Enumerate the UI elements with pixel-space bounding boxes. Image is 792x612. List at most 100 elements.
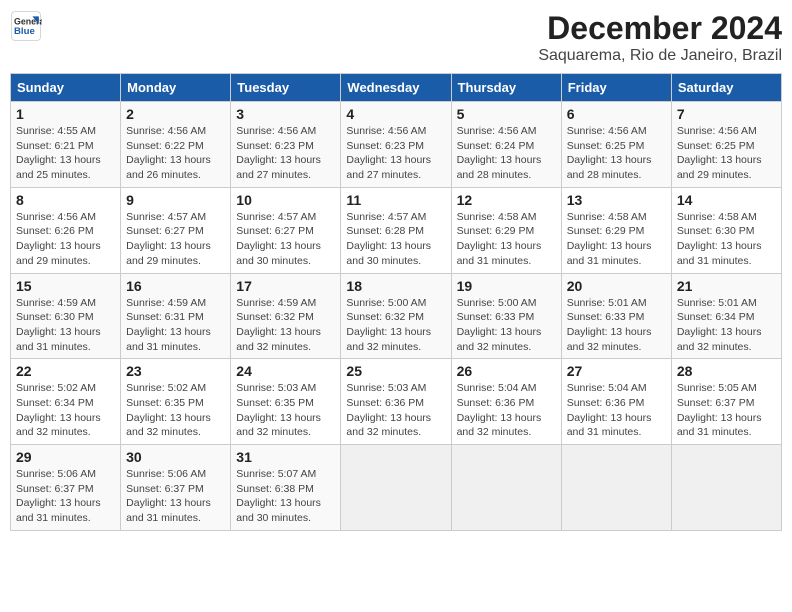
day-info: Sunrise: 4:57 AM Sunset: 6:27 PM Dayligh… xyxy=(236,210,335,269)
day-number: 31 xyxy=(236,449,335,465)
day-number: 6 xyxy=(567,106,666,122)
calendar-cell: 9Sunrise: 4:57 AM Sunset: 6:27 PM Daylig… xyxy=(121,187,231,273)
calendar-cell: 8 Sunrise: 4:56 AM Sunset: 6:26 PM Daylig… xyxy=(11,187,121,273)
day-info: Sunrise: 4:56 AM Sunset: 6:22 PM Dayligh… xyxy=(126,124,225,183)
weekday-header: Friday xyxy=(561,74,671,102)
day-number: 18 xyxy=(346,278,445,294)
calendar-table: SundayMondayTuesdayWednesdayThursdayFrid… xyxy=(10,73,782,531)
day-info: Sunrise: 4:56 AM Sunset: 6:25 PM Dayligh… xyxy=(567,124,666,183)
day-info: Sunrise: 5:00 AM Sunset: 6:33 PM Dayligh… xyxy=(457,296,556,355)
day-info: Sunrise: 5:06 AM Sunset: 6:37 PM Dayligh… xyxy=(16,467,115,526)
day-number: 10 xyxy=(236,192,335,208)
day-info: Sunrise: 4:58 AM Sunset: 6:29 PM Dayligh… xyxy=(457,210,556,269)
day-number: 28 xyxy=(677,363,776,379)
day-info: Sunrise: 4:58 AM Sunset: 6:30 PM Dayligh… xyxy=(677,210,776,269)
day-number: 15 xyxy=(16,278,115,294)
day-number: 17 xyxy=(236,278,335,294)
day-info: Sunrise: 5:02 AM Sunset: 6:35 PM Dayligh… xyxy=(126,381,225,440)
calendar-cell: 5 Sunrise: 4:56 AM Sunset: 6:24 PM Daylig… xyxy=(451,102,561,188)
day-number: 7 xyxy=(677,106,776,122)
day-number: 1 xyxy=(16,106,115,122)
day-info: Sunrise: 4:59 AM Sunset: 6:31 PM Dayligh… xyxy=(126,296,225,355)
calendar-cell: 19 Sunrise: 5:00 AM Sunset: 6:33 PM Dayli… xyxy=(451,273,561,359)
day-info: Sunrise: 4:56 AM Sunset: 6:25 PM Dayligh… xyxy=(677,124,776,183)
calendar-cell xyxy=(451,445,561,531)
calendar-cell: 14Sunrise: 4:58 AM Sunset: 6:30 PM Dayli… xyxy=(671,187,781,273)
weekday-header: Monday xyxy=(121,74,231,102)
day-number: 12 xyxy=(457,192,556,208)
day-info: Sunrise: 5:01 AM Sunset: 6:33 PM Dayligh… xyxy=(567,296,666,355)
calendar-cell: 20 Sunrise: 5:01 AM Sunset: 6:33 PM Dayli… xyxy=(561,273,671,359)
day-number: 8 xyxy=(16,192,115,208)
day-info: Sunrise: 4:59 AM Sunset: 6:32 PM Dayligh… xyxy=(236,296,335,355)
logo-icon: General Blue xyxy=(10,10,42,42)
calendar-week-row: 29 Sunrise: 5:06 AM Sunset: 6:37 PM Dayli… xyxy=(11,445,782,531)
calendar-cell xyxy=(341,445,451,531)
day-number: 22 xyxy=(16,363,115,379)
calendar-cell: 28 Sunrise: 5:05 AM Sunset: 6:37 PM Dayli… xyxy=(671,359,781,445)
day-number: 24 xyxy=(236,363,335,379)
day-info: Sunrise: 4:56 AM Sunset: 6:24 PM Dayligh… xyxy=(457,124,556,183)
calendar-cell: 27Sunrise: 5:04 AM Sunset: 6:36 PM Dayli… xyxy=(561,359,671,445)
calendar-cell: 24 Sunrise: 5:03 AM Sunset: 6:35 PM Dayli… xyxy=(231,359,341,445)
weekday-header: Saturday xyxy=(671,74,781,102)
day-info: Sunrise: 5:00 AM Sunset: 6:32 PM Dayligh… xyxy=(346,296,445,355)
weekday-header: Sunday xyxy=(11,74,121,102)
weekday-header: Wednesday xyxy=(341,74,451,102)
day-info: Sunrise: 4:56 AM Sunset: 6:23 PM Dayligh… xyxy=(236,124,335,183)
day-number: 25 xyxy=(346,363,445,379)
day-info: Sunrise: 4:59 AM Sunset: 6:30 PM Dayligh… xyxy=(16,296,115,355)
day-number: 19 xyxy=(457,278,556,294)
day-info: Sunrise: 5:05 AM Sunset: 6:37 PM Dayligh… xyxy=(677,381,776,440)
day-number: 2 xyxy=(126,106,225,122)
calendar-cell: 2 Sunrise: 4:56 AM Sunset: 6:22 PM Daylig… xyxy=(121,102,231,188)
day-info: Sunrise: 4:56 AM Sunset: 6:26 PM Dayligh… xyxy=(16,210,115,269)
day-info: Sunrise: 5:04 AM Sunset: 6:36 PM Dayligh… xyxy=(567,381,666,440)
title-block: December 2024 Saquarema, Rio de Janeiro,… xyxy=(538,10,782,65)
day-number: 21 xyxy=(677,278,776,294)
calendar-week-row: 22Sunrise: 5:02 AM Sunset: 6:34 PM Dayli… xyxy=(11,359,782,445)
calendar-cell: 29 Sunrise: 5:06 AM Sunset: 6:37 PM Dayli… xyxy=(11,445,121,531)
svg-text:Blue: Blue xyxy=(14,26,35,37)
calendar-cell: 12 Sunrise: 4:58 AM Sunset: 6:29 PM Dayli… xyxy=(451,187,561,273)
calendar-cell: 1 Sunrise: 4:55 AM Sunset: 6:21 PM Daylig… xyxy=(11,102,121,188)
weekday-header: Tuesday xyxy=(231,74,341,102)
day-number: 3 xyxy=(236,106,335,122)
calendar-title: December 2024 xyxy=(538,10,782,47)
day-info: Sunrise: 5:03 AM Sunset: 6:35 PM Dayligh… xyxy=(236,381,335,440)
page-header: General Blue December 2024 Saquarema, Ri… xyxy=(10,10,782,65)
calendar-cell: 23Sunrise: 5:02 AM Sunset: 6:35 PM Dayli… xyxy=(121,359,231,445)
calendar-cell: 25Sunrise: 5:03 AM Sunset: 6:36 PM Dayli… xyxy=(341,359,451,445)
calendar-cell: 15 Sunrise: 4:59 AM Sunset: 6:30 PM Dayli… xyxy=(11,273,121,359)
day-number: 5 xyxy=(457,106,556,122)
day-number: 16 xyxy=(126,278,225,294)
day-number: 11 xyxy=(346,192,445,208)
day-info: Sunrise: 4:58 AM Sunset: 6:29 PM Dayligh… xyxy=(567,210,666,269)
calendar-subtitle: Saquarema, Rio de Janeiro, Brazil xyxy=(538,47,782,65)
day-number: 30 xyxy=(126,449,225,465)
weekday-header: Thursday xyxy=(451,74,561,102)
calendar-cell: 3 Sunrise: 4:56 AM Sunset: 6:23 PM Daylig… xyxy=(231,102,341,188)
day-number: 13 xyxy=(567,192,666,208)
day-number: 20 xyxy=(567,278,666,294)
calendar-cell: 13 Sunrise: 4:58 AM Sunset: 6:29 PM Dayli… xyxy=(561,187,671,273)
day-number: 29 xyxy=(16,449,115,465)
calendar-week-row: 1 Sunrise: 4:55 AM Sunset: 6:21 PM Daylig… xyxy=(11,102,782,188)
weekday-header-row: SundayMondayTuesdayWednesdayThursdayFrid… xyxy=(11,74,782,102)
calendar-cell: 21 Sunrise: 5:01 AM Sunset: 6:34 PM Dayli… xyxy=(671,273,781,359)
day-info: Sunrise: 5:01 AM Sunset: 6:34 PM Dayligh… xyxy=(677,296,776,355)
calendar-week-row: 8 Sunrise: 4:56 AM Sunset: 6:26 PM Daylig… xyxy=(11,187,782,273)
calendar-cell: 18 Sunrise: 5:00 AM Sunset: 6:32 PM Dayli… xyxy=(341,273,451,359)
calendar-cell: 22Sunrise: 5:02 AM Sunset: 6:34 PM Dayli… xyxy=(11,359,121,445)
day-number: 4 xyxy=(346,106,445,122)
calendar-cell: 7 Sunrise: 4:56 AM Sunset: 6:25 PM Daylig… xyxy=(671,102,781,188)
calendar-cell: 30Sunrise: 5:06 AM Sunset: 6:37 PM Dayli… xyxy=(121,445,231,531)
day-info: Sunrise: 4:56 AM Sunset: 6:23 PM Dayligh… xyxy=(346,124,445,183)
day-info: Sunrise: 5:07 AM Sunset: 6:38 PM Dayligh… xyxy=(236,467,335,526)
calendar-week-row: 15 Sunrise: 4:59 AM Sunset: 6:30 PM Dayli… xyxy=(11,273,782,359)
calendar-cell: 17 Sunrise: 4:59 AM Sunset: 6:32 PM Dayli… xyxy=(231,273,341,359)
calendar-cell: 11Sunrise: 4:57 AM Sunset: 6:28 PM Dayli… xyxy=(341,187,451,273)
day-info: Sunrise: 4:55 AM Sunset: 6:21 PM Dayligh… xyxy=(16,124,115,183)
calendar-cell: 4 Sunrise: 4:56 AM Sunset: 6:23 PM Daylig… xyxy=(341,102,451,188)
calendar-cell xyxy=(671,445,781,531)
